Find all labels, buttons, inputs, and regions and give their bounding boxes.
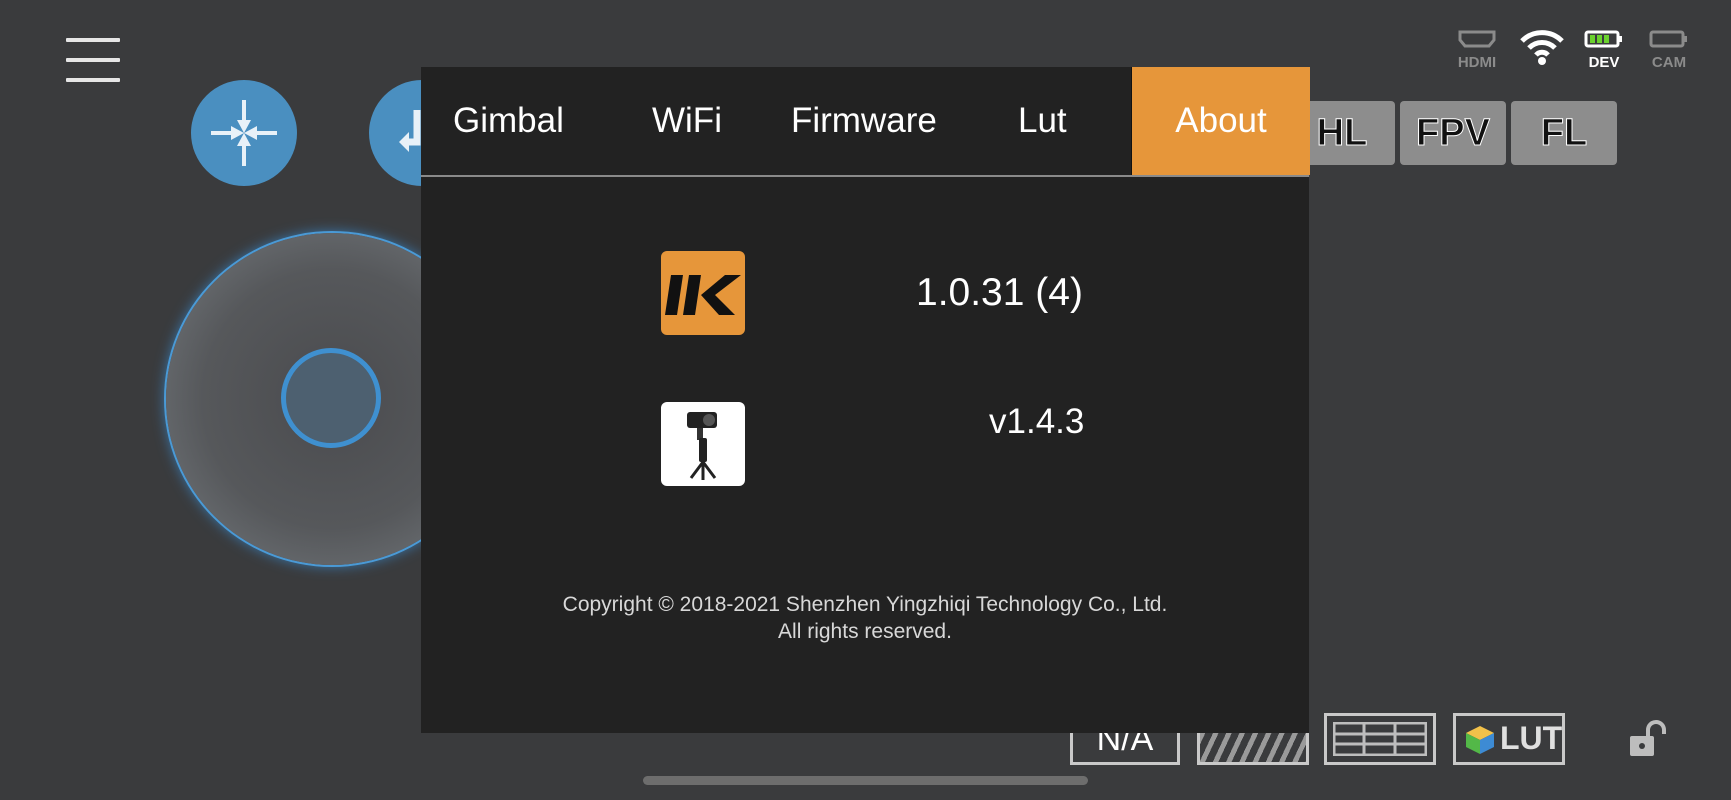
recenter-icon — [211, 100, 277, 166]
gimbal-image — [661, 402, 745, 486]
app-version: 1.0.31 (4) — [916, 271, 1083, 314]
unlock-icon[interactable] — [1626, 720, 1668, 765]
tab-about[interactable]: About — [1131, 67, 1310, 175]
tab-wifi[interactable]: WiFi — [652, 67, 722, 175]
tab-bar: Gimbal WiFi Firmware Lut About — [421, 67, 1310, 177]
grid-icon — [1332, 721, 1428, 757]
home-indicator[interactable] — [643, 776, 1088, 785]
grid-button[interactable] — [1324, 713, 1436, 765]
settings-dialog: Gimbal WiFi Firmware Lut About 1.0.31 (4… — [421, 67, 1310, 733]
app-logo — [661, 251, 745, 335]
camera-battery-icon — [1649, 30, 1687, 48]
gimbal-firmware-version: v1.4.3 — [989, 402, 1085, 441]
copyright-text: Copyright © 2018-2021 Shenzhen Yingzhiqi… — [421, 591, 1309, 645]
ik-logo-icon — [665, 275, 741, 315]
hdmi-icon — [1458, 30, 1496, 48]
recenter-button[interactable] — [191, 80, 297, 186]
gimbal-icon — [687, 412, 717, 480]
rights-line: All rights reserved. — [778, 620, 952, 643]
tab-gimbal[interactable]: Gimbal — [453, 67, 564, 175]
wifi-icon — [1519, 28, 1565, 71]
tab-lut[interactable]: Lut — [1018, 67, 1067, 175]
lut-button[interactable]: LUT — [1453, 713, 1565, 765]
mode-button-fl[interactable]: FL — [1511, 101, 1617, 165]
tab-firmware[interactable]: Firmware — [791, 67, 937, 175]
battery-icon — [1584, 30, 1622, 48]
copyright-line: Copyright © 2018-2021 Shenzhen Yingzhiqi… — [562, 593, 1168, 616]
menu-icon[interactable] — [66, 38, 120, 82]
lut-cube-icon — [1466, 726, 1494, 754]
device-battery-status: DEV — [1581, 30, 1627, 71]
hdmi-status: HDMI — [1454, 30, 1500, 71]
lut-label: LUT — [1500, 720, 1563, 756]
camera-battery-status: CAM — [1646, 30, 1692, 71]
joystick-knob[interactable] — [281, 348, 381, 448]
mode-button-fpv[interactable]: FPV — [1400, 101, 1506, 165]
